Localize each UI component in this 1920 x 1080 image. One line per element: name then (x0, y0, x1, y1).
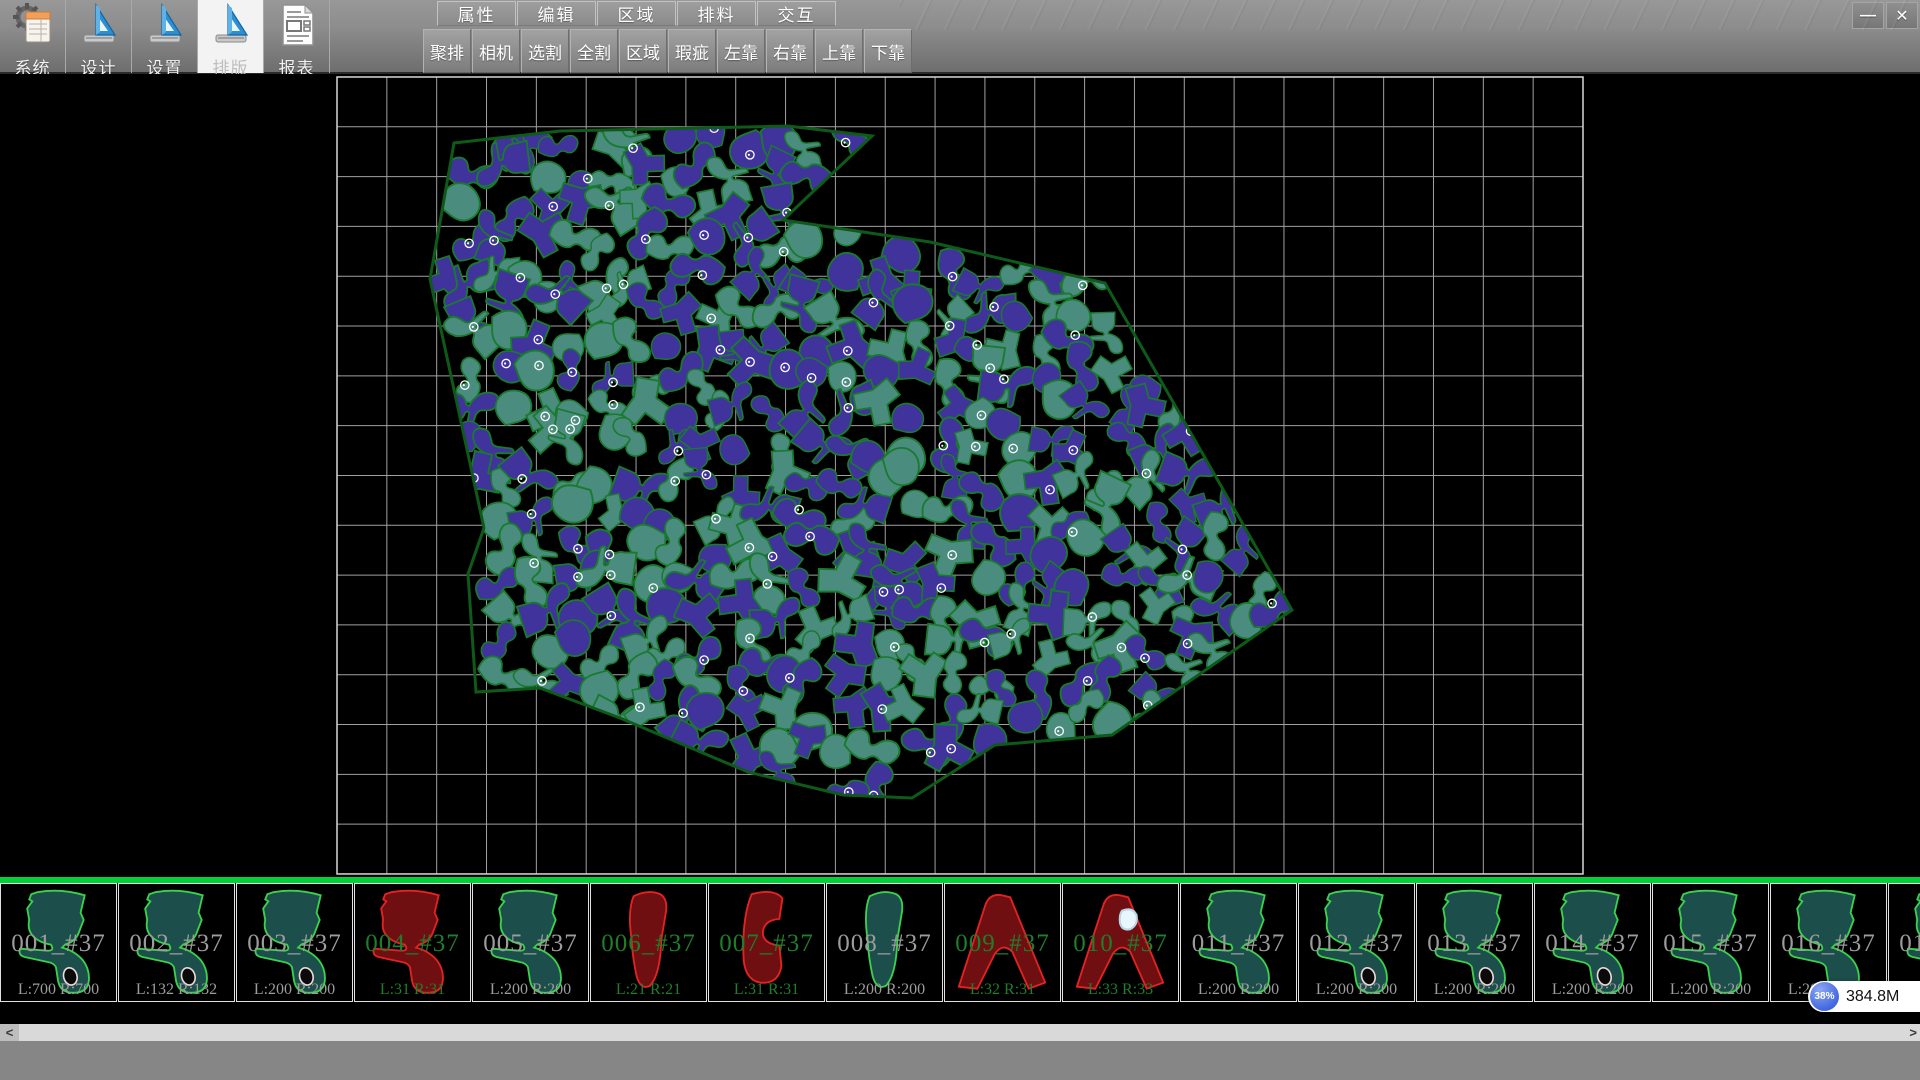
piece-shape (595, 886, 701, 999)
thumbnail-002_#37[interactable]: 002_#37 L:132 R:132 (118, 883, 235, 1002)
thumbnail-009_#37[interactable]: 009_#37 L:32 R:31 (944, 883, 1061, 1002)
piece-shape (1421, 886, 1527, 999)
piece-hole (1120, 909, 1137, 929)
nav-item-setup[interactable]: 设置 (132, 0, 198, 73)
tab-region[interactable]: 区域 (597, 1, 676, 26)
gear-icon (10, 2, 56, 48)
piece-shape (359, 886, 465, 999)
scroll-left-button[interactable]: < (0, 1024, 19, 1041)
thumbnail-001_#37[interactable]: 001_#37 L:700 R:700 (0, 883, 117, 1002)
piece-shape (1657, 886, 1763, 999)
thumbnail-003_#37[interactable]: 003_#37 L:200 R:200 (236, 883, 353, 1002)
ruler-laptop-icon (142, 2, 188, 48)
nav-item-nesting[interactable]: 排版 (198, 0, 264, 73)
toolbar: 系统 设计 设置 排版 报表 属性编辑区域排料交互 (0, 0, 1920, 74)
piece-shape (713, 886, 819, 999)
thumbnail-013_#37[interactable]: 013_#37 L:200 R:200 (1416, 883, 1533, 1002)
piece-shape (241, 886, 347, 999)
usage-percent-circle: 38% (1810, 982, 1839, 1011)
close-button[interactable]: ✕ (1886, 2, 1918, 29)
tool-defect[interactable]: 瑕疵 (668, 29, 716, 73)
main-nav: 系统 设计 设置 排版 报表 (0, 0, 330, 74)
minimize-button[interactable]: — (1852, 2, 1884, 29)
memory-value: 384.8M (1846, 981, 1899, 1012)
piece-shape (123, 886, 229, 999)
horizontal-scrollbar[interactable]: < > (0, 1024, 1920, 1041)
leather-hide[interactable] (414, 107, 1297, 818)
piece-shape (1303, 886, 1409, 999)
tool-region[interactable]: 区域 (619, 29, 667, 73)
tool-snap-top[interactable]: 上靠 (815, 29, 863, 73)
thumbnail-008_#37[interactable]: 008_#37 L:200 R:200 (826, 883, 943, 1002)
tool-cut-all[interactable]: 全割 (570, 29, 618, 73)
piece-shape (949, 886, 1055, 999)
tab-interact[interactable]: 交互 (757, 1, 836, 26)
scroll-right-button[interactable]: > (1909, 1024, 1917, 1041)
thumbnail-011_#37[interactable]: 011_#37 L:200 R:200 (1180, 883, 1297, 1002)
tool-row: 聚排相机选割全割区域瑕疵左靠右靠上靠下靠 (423, 29, 913, 73)
ribbon-tabs: 属性编辑区域排料交互 (437, 1, 837, 27)
piece-shape (1185, 886, 1291, 999)
bottom-gap (0, 1004, 1920, 1024)
nested-pieces (414, 107, 1297, 818)
piece-shape (5, 886, 111, 999)
nav-item-design[interactable]: 设计 (66, 0, 132, 73)
thumbnail-006_#37[interactable]: 006_#37 L:21 R:21 (590, 883, 707, 1002)
tool-snap-left[interactable]: 左靠 (717, 29, 765, 73)
status-bar (0, 1041, 1920, 1080)
thumbnail-014_#37[interactable]: 014_#37 L:200 R:200 (1534, 883, 1651, 1002)
ruler-laptop-icon (76, 2, 122, 48)
window-controls: — ✕ (1850, 2, 1918, 29)
piece-shape (1539, 886, 1645, 999)
application-window: { "window": {"minimize_label":"—","close… (0, 0, 1920, 1080)
thumbnail-004_#37[interactable]: 004_#37 L:31 R:31 (354, 883, 471, 1002)
tab-nest-material[interactable]: 排料 (677, 1, 756, 26)
nav-item-report[interactable]: 报表 (264, 0, 330, 73)
memory-usage-badge[interactable]: 38% 384.8M (1808, 981, 1920, 1012)
report-doc-icon (274, 2, 320, 48)
nesting-canvas-area[interactable] (0, 74, 1920, 877)
piece-shape (477, 886, 583, 999)
thumbnail-012_#37[interactable]: 012_#37 L:200 R:200 (1298, 883, 1415, 1002)
thumbnail-015_#37[interactable]: 015_#37 L:200 R:200 (1652, 883, 1769, 1002)
tab-properties[interactable]: 属性 (437, 1, 516, 26)
thumbnail-007_#37[interactable]: 007_#37 L:31 R:31 (708, 883, 825, 1002)
tool-snap-right[interactable]: 右靠 (766, 29, 814, 73)
tool-camera[interactable]: 相机 (472, 29, 520, 73)
tool-select-cut[interactable]: 选割 (521, 29, 569, 73)
tab-edit[interactable]: 编辑 (517, 1, 596, 26)
piece-shape (831, 886, 937, 999)
tool-snap-bottom[interactable]: 下靠 (864, 29, 912, 73)
nav-item-system[interactable]: 系统 (0, 0, 66, 73)
piece-thumbnail-strip: 001_#37 L:700 R:700 002_#37 L:132 R:132 … (0, 883, 1920, 1004)
piece-shape (1067, 886, 1173, 999)
ruler-laptop-icon (208, 2, 254, 48)
thumbnail-005_#37[interactable]: 005_#37 L:200 R:200 (472, 883, 589, 1002)
thumbnail-010_#37[interactable]: 010_#37 L:33 R:33 (1062, 883, 1179, 1002)
tool-cluster-nest[interactable]: 聚排 (423, 29, 471, 73)
nesting-canvas[interactable] (0, 74, 1920, 877)
